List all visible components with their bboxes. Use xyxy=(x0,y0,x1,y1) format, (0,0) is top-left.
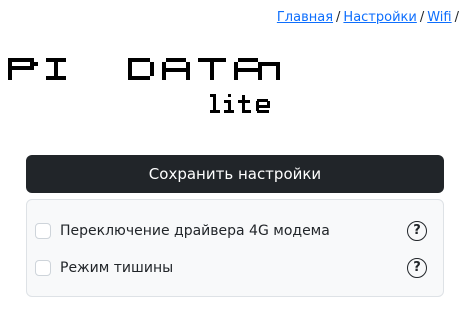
breadcrumb: Главная / Настройки / Wifi / xyxy=(277,10,462,26)
breadcrumb-link-home[interactable]: Главная xyxy=(277,10,333,25)
page: Главная / Настройки / Wifi / Сохранить н… xyxy=(0,0,470,329)
logo-image xyxy=(8,58,280,113)
modem-driver-checkbox[interactable] xyxy=(35,223,51,239)
silent-mode-checkbox[interactable] xyxy=(35,260,51,276)
breadcrumb-separator: / xyxy=(419,10,425,25)
setting-row-silent-mode: Режим тишины ? xyxy=(35,256,427,280)
breadcrumb-link-wifi[interactable]: Wifi xyxy=(427,10,451,25)
app-logo xyxy=(8,52,288,122)
question-circle-icon[interactable]: ? xyxy=(407,221,427,241)
question-circle-icon[interactable]: ? xyxy=(407,258,427,278)
modem-driver-label: Переключение драйвера 4G модема xyxy=(60,223,330,239)
setting-row-modem-driver: Переключение драйвера 4G модема ? xyxy=(35,219,427,243)
breadcrumb-separator: / xyxy=(336,10,341,25)
silent-mode-label: Режим тишины xyxy=(60,260,174,276)
breadcrumb-link-settings[interactable]: Настройки xyxy=(343,10,416,25)
settings-panel: Переключение драйвера 4G модема ? Режим … xyxy=(26,199,444,297)
breadcrumb-separator: / xyxy=(454,10,459,25)
save-settings-button[interactable]: Сохранить настройки xyxy=(26,155,444,193)
